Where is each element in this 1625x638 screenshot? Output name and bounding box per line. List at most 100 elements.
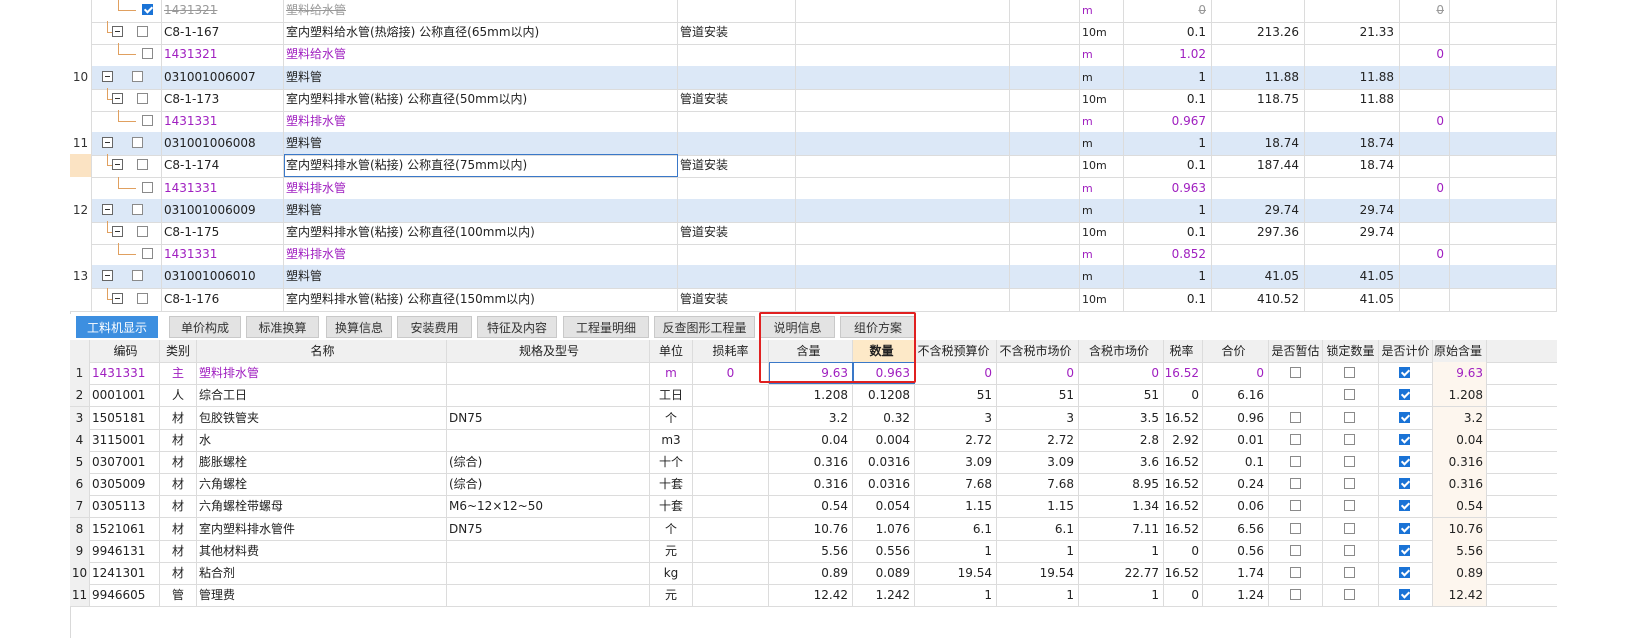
calc-cell[interactable] [1379,451,1433,473]
resource-quantity[interactable]: 0.1208 [853,384,915,407]
tree-cell[interactable] [92,265,162,289]
resource-tax-market-price[interactable]: 2.8 [1079,428,1164,451]
calc-checkbox[interactable] [1399,456,1410,467]
budget-row[interactable]: 1431331 塑料排水管 m 0.967 0 [70,110,1557,134]
resource-row[interactable]: 6 0305009 材六角螺栓 (综合) 十套 0.316 0.0316 7.68 7.68 8.… [70,473,1557,497]
calc-cell[interactable] [1379,428,1433,451]
resource-loss-rate[interactable] [693,406,769,429]
row-checkbox[interactable] [142,115,153,126]
resource-budget-price[interactable]: 3.09 [915,451,997,473]
item-quantity[interactable]: 1 [1124,198,1212,222]
lock-checkbox[interactable] [1344,544,1355,556]
est-cell[interactable] [1269,362,1323,385]
row-checkbox[interactable] [137,92,148,104]
tree-cell[interactable] [92,221,162,244]
resource-spec[interactable] [447,584,650,607]
resource-tax-market-price[interactable]: 3.6 [1079,451,1164,473]
resource-market-price[interactable]: 19.54 [997,562,1079,584]
resource-grid[interactable]: 编码 类别 名称 规格及型号 单位 损耗率 含量 数量 不含税预算价 不含税市场… [70,340,1557,638]
resource-budget-price[interactable]: 1 [915,584,997,607]
lock-cell[interactable] [1323,406,1379,429]
resource-loss-rate[interactable] [693,473,769,496]
resource-tax-rate[interactable]: 2.92 [1164,428,1203,451]
calc-checkbox[interactable] [1399,389,1410,401]
item-name[interactable]: 室内塑料排水管(粘接) 公称直径(100mm以内) [284,221,678,244]
resource-market-price[interactable]: 3.09 [997,451,1079,473]
est-cell[interactable] [1269,473,1323,496]
resource-quantity[interactable]: 0.32 [853,406,915,429]
collapse-icon[interactable] [112,26,123,38]
budget-row[interactable]: 1431321 塑料给水管 m 1.02 0 [70,43,1557,68]
tree-cell[interactable] [92,243,162,267]
resource-tax-rate[interactable]: 16.52 [1164,517,1203,540]
collapse-icon[interactable] [102,203,113,215]
lock-cell[interactable] [1323,562,1379,584]
item-quantity[interactable]: 0.1 [1124,87,1212,111]
calc-cell[interactable] [1379,362,1433,385]
calc-cell[interactable] [1379,562,1433,584]
est-cell[interactable] [1269,451,1323,473]
calc-cell[interactable] [1379,517,1433,540]
item-name[interactable]: 塑料给水管 [284,0,678,22]
resource-tax-rate[interactable]: 16.52 [1164,562,1203,584]
item-quantity[interactable]: 0.852 [1124,243,1212,267]
resource-name[interactable]: 水 [197,428,447,451]
resource-name[interactable]: 室内塑料排水管件 [197,517,447,540]
item-name[interactable]: 室内塑料给水管(热熔接) 公称直径(65mm以内) [284,21,678,45]
budget-row[interactable]: C8-1-174 室内塑料排水管(粘接) 公称直径(75mm以内) 管道安装 10m 0… [70,154,1557,179]
calc-checkbox[interactable] [1399,433,1410,445]
calc-cell[interactable] [1379,584,1433,607]
lock-checkbox[interactable] [1344,567,1355,578]
est-checkbox[interactable] [1290,478,1301,490]
budget-row[interactable]: C8-1-175 室内塑料排水管(粘接) 公称直径(100mm以内) 管道安装 10m… [70,221,1557,245]
row-checkbox[interactable] [132,70,143,82]
lock-checkbox[interactable] [1344,478,1355,490]
resource-content[interactable]: 0.316 [769,473,853,496]
resource-tax-market-price[interactable]: 1.34 [1079,495,1164,518]
est-cell[interactable] [1269,406,1323,429]
item-name[interactable]: 室内塑料排水管(粘接) 公称直径(50mm以内) [284,87,678,111]
est-cell[interactable] [1269,428,1323,451]
resource-spec[interactable]: (综合) [447,451,650,473]
collapse-icon[interactable] [112,226,123,237]
collapse-icon[interactable] [112,159,123,171]
resource-quantity[interactable]: 0.004 [853,428,915,451]
calc-cell[interactable] [1379,539,1433,562]
resource-budget-price[interactable]: 6.1 [915,517,997,540]
tree-cell[interactable] [92,65,162,89]
resource-tax-rate[interactable]: 16.52 [1164,473,1203,496]
calc-cell[interactable] [1379,406,1433,429]
lock-cell[interactable] [1323,495,1379,518]
est-checkbox[interactable] [1290,367,1301,379]
tree-cell[interactable] [92,198,162,222]
est-cell[interactable] [1269,495,1323,518]
lock-cell[interactable] [1323,428,1379,451]
collapse-icon[interactable] [102,70,113,82]
row-checkbox[interactable] [142,48,153,60]
item-name[interactable]: 塑料管 [284,132,678,156]
item-quantity[interactable]: 0.1 [1124,287,1212,311]
resource-row[interactable]: 4 3115001 材水 m3 0.04 0.004 2.72 2.72 2.8 2.92 0.01… [70,428,1557,452]
resource-tax-rate[interactable]: 16.52 [1164,362,1203,385]
resource-spec[interactable]: DN75 [447,517,650,540]
lock-cell[interactable] [1323,584,1379,607]
est-checkbox[interactable] [1290,500,1301,512]
calc-checkbox[interactable] [1399,478,1410,490]
resource-spec[interactable] [447,539,650,562]
row-checkbox[interactable] [132,203,143,215]
est-checkbox[interactable] [1290,433,1301,445]
calc-checkbox[interactable] [1399,522,1410,534]
resource-tax-market-price[interactable]: 3.5 [1079,406,1164,429]
resource-row[interactable]: 2 0001001 人综合工日 工日 1.208 0.1208 51 51 51 0 6.16 1.2… [70,384,1557,408]
resource-spec[interactable] [447,428,650,451]
resource-content[interactable]: 0.316 [769,451,853,473]
item-name[interactable]: 塑料管 [284,65,678,89]
est-checkbox[interactable] [1290,567,1301,578]
item-name[interactable]: 室内塑料排水管(粘接) 公称直径(75mm以内) [284,154,678,178]
lock-cell[interactable] [1323,451,1379,473]
resource-spec[interactable] [447,384,650,407]
budget-row[interactable]: 13 031001006010 塑料管 m 1 41.05 41.05 [70,265,1557,290]
resource-spec[interactable]: (综合) [447,473,650,496]
tree-cell[interactable] [92,154,162,178]
resource-name[interactable]: 塑料排水管 [197,362,447,385]
